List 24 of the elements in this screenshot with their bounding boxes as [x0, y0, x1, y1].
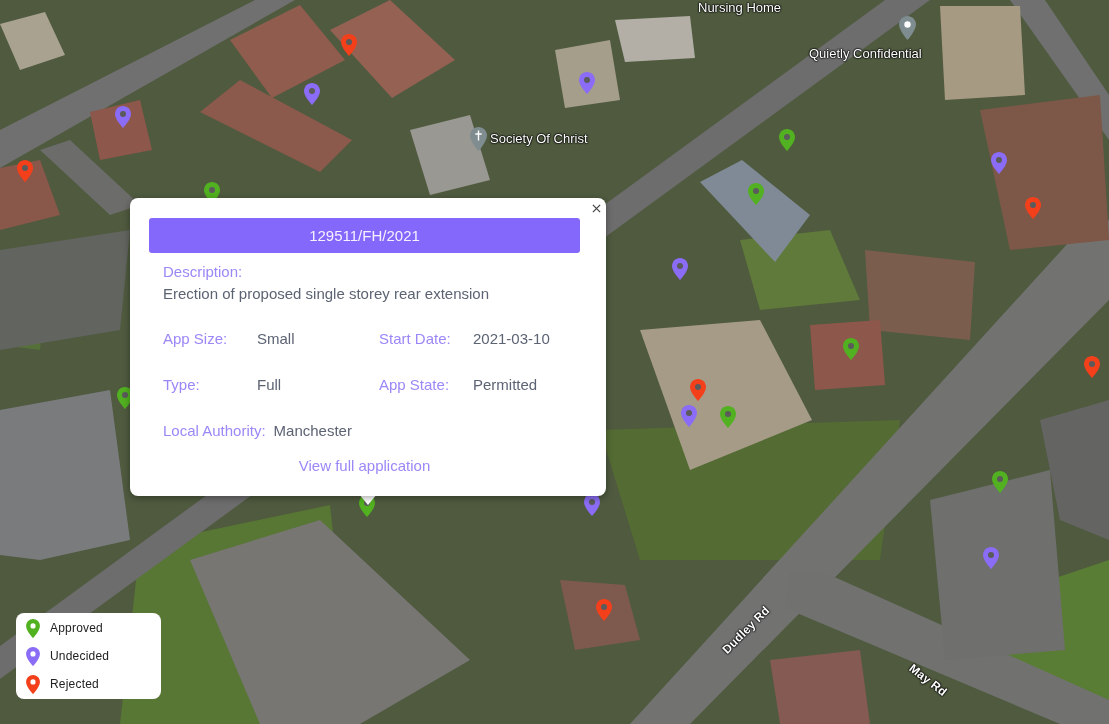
place-pin-icon [899, 16, 916, 40]
legend-label: Undecided [50, 649, 110, 663]
place-label: Society Of Christ [490, 131, 588, 147]
field-value: Manchester [273, 421, 352, 441]
place-label: Quietly Confidential [809, 46, 922, 62]
field-value: Permitted [473, 375, 538, 395]
application-id-header: 129511/FH/2021 [149, 218, 580, 253]
description-text: Erection of proposed single storey rear extension [163, 284, 490, 304]
field-value: Small [257, 329, 295, 349]
field-label: Local Authority: [163, 421, 266, 441]
field-label: Description: [163, 262, 244, 282]
church-pin-icon [470, 127, 487, 151]
legend-label: Approved [50, 621, 103, 635]
view-application-link[interactable]: View full application [298, 455, 431, 477]
field-value: Full [257, 375, 282, 395]
field-value: 2021-03-10 [473, 329, 550, 349]
legend-label: Rejected [50, 677, 99, 691]
field-label: Start Date: [379, 329, 452, 349]
road-label: May Rd [905, 660, 951, 700]
place-label: Nursing Home [698, 0, 782, 16]
close-icon [591, 203, 601, 213]
field-label: App Size: [163, 329, 229, 349]
field-label: Type: [163, 375, 201, 395]
field-label: App State: [379, 375, 451, 395]
